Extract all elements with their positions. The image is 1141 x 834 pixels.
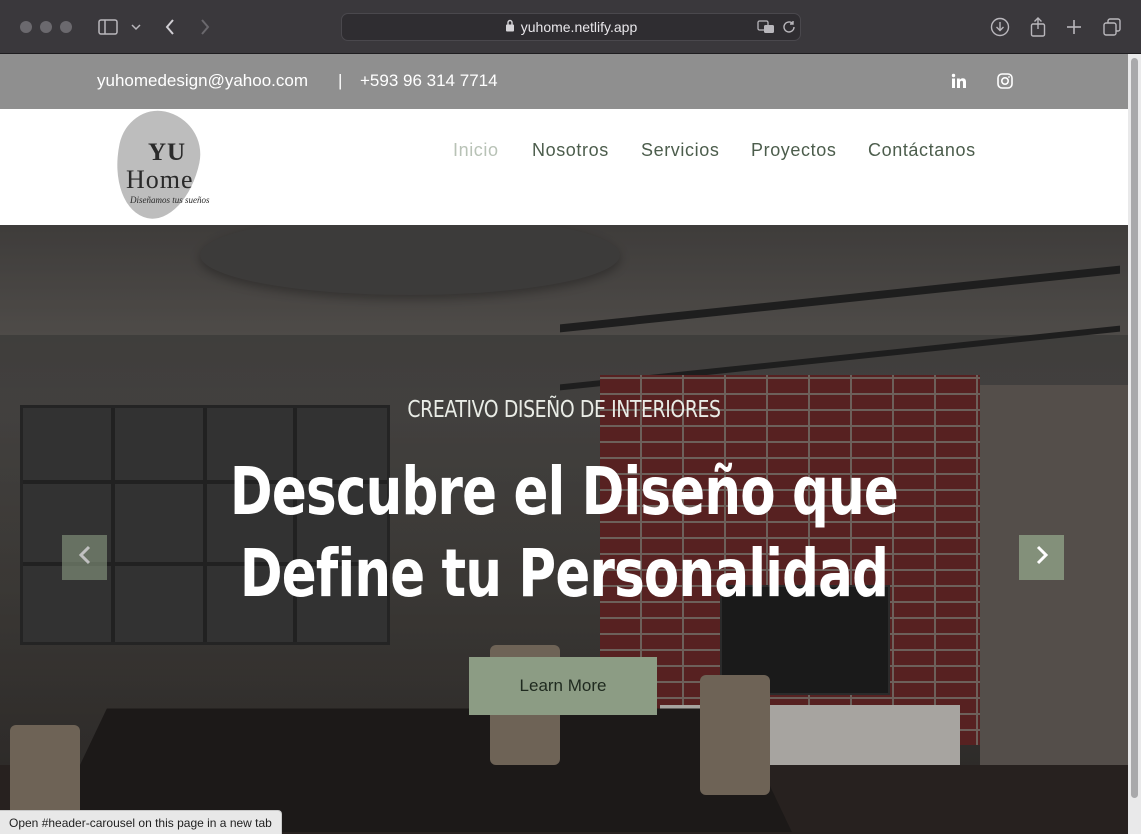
back-icon[interactable] — [160, 14, 180, 40]
reload-icon[interactable] — [780, 14, 798, 40]
share-icon[interactable] — [1028, 14, 1048, 40]
topbar-separator: | — [338, 71, 343, 90]
hero-title: Descubre el Diseño que Define tu Persona… — [124, 451, 1004, 615]
site-logo[interactable]: YU Home Diseñamos tus sueños — [105, 103, 216, 227]
chevron-left-icon — [78, 545, 92, 570]
forward-icon[interactable] — [195, 14, 215, 40]
new-tab-icon[interactable] — [1064, 14, 1084, 40]
nav-item-nosotros[interactable]: Nosotros — [532, 140, 609, 161]
zoom-window-button[interactable] — [60, 21, 72, 33]
minimize-window-button[interactable] — [40, 21, 52, 33]
header-carousel: CREATIVO DISEÑO DE INTERIORES Descubre e… — [0, 225, 1128, 834]
logo-tagline: Diseñamos tus sueños — [130, 195, 210, 205]
contact-topbar: yuhomedesign@yahoo.com | +593 96 314 771… — [0, 54, 1128, 109]
learn-more-button[interactable]: Learn More — [469, 657, 657, 715]
address-bar[interactable]: yuhome.netlify.app — [341, 13, 801, 41]
hero-title-line-2: Define tu Personalidad — [239, 535, 889, 612]
instagram-icon[interactable] — [994, 70, 1016, 92]
logo-text-home: Home — [126, 165, 194, 194]
carousel-prev-button[interactable] — [62, 535, 107, 580]
link-status-bar: Open #header-carousel on this page in a … — [0, 810, 282, 834]
nav-item-inicio[interactable]: Inicio — [453, 140, 499, 161]
main-navbar: YU Home Diseñamos tus sueños Inicio Noso… — [0, 103, 1128, 227]
linkedin-icon[interactable] — [948, 70, 970, 92]
close-window-button[interactable] — [20, 21, 32, 33]
browser-toolbar: yuhome.netlify.app — [0, 0, 1141, 54]
email-link[interactable]: yuhomedesign@yahoo.com — [97, 71, 308, 91]
tab-overview-icon[interactable] — [1102, 14, 1122, 40]
hero-title-line-1: Descubre el Diseño que — [229, 453, 899, 530]
logo-text-yu: YU — [148, 139, 187, 166]
translate-icon[interactable] — [756, 14, 776, 40]
chevron-right-icon — [1035, 545, 1049, 570]
sidebar-toggle-icon[interactable] — [96, 14, 120, 40]
scrollbar-thumb[interactable] — [1131, 58, 1138, 798]
phone-link[interactable]: +593 96 314 7714 — [360, 71, 498, 91]
web-page: yuhomedesign@yahoo.com | +593 96 314 771… — [0, 54, 1128, 834]
page-scrollbar[interactable] — [1128, 54, 1141, 834]
url-text: yuhome.netlify.app — [520, 19, 638, 35]
download-icon[interactable] — [989, 14, 1011, 40]
nav-item-proyectos[interactable]: Proyectos — [751, 140, 836, 161]
nav-item-contactanos[interactable]: Contáctanos — [868, 140, 976, 161]
chevron-down-icon[interactable] — [128, 14, 144, 40]
nav-item-servicios[interactable]: Servicios — [641, 140, 719, 161]
hero-subtitle: CREATIVO DISEÑO DE INTERIORES — [407, 397, 721, 423]
carousel-next-button[interactable] — [1019, 535, 1064, 580]
lock-icon — [505, 19, 515, 35]
